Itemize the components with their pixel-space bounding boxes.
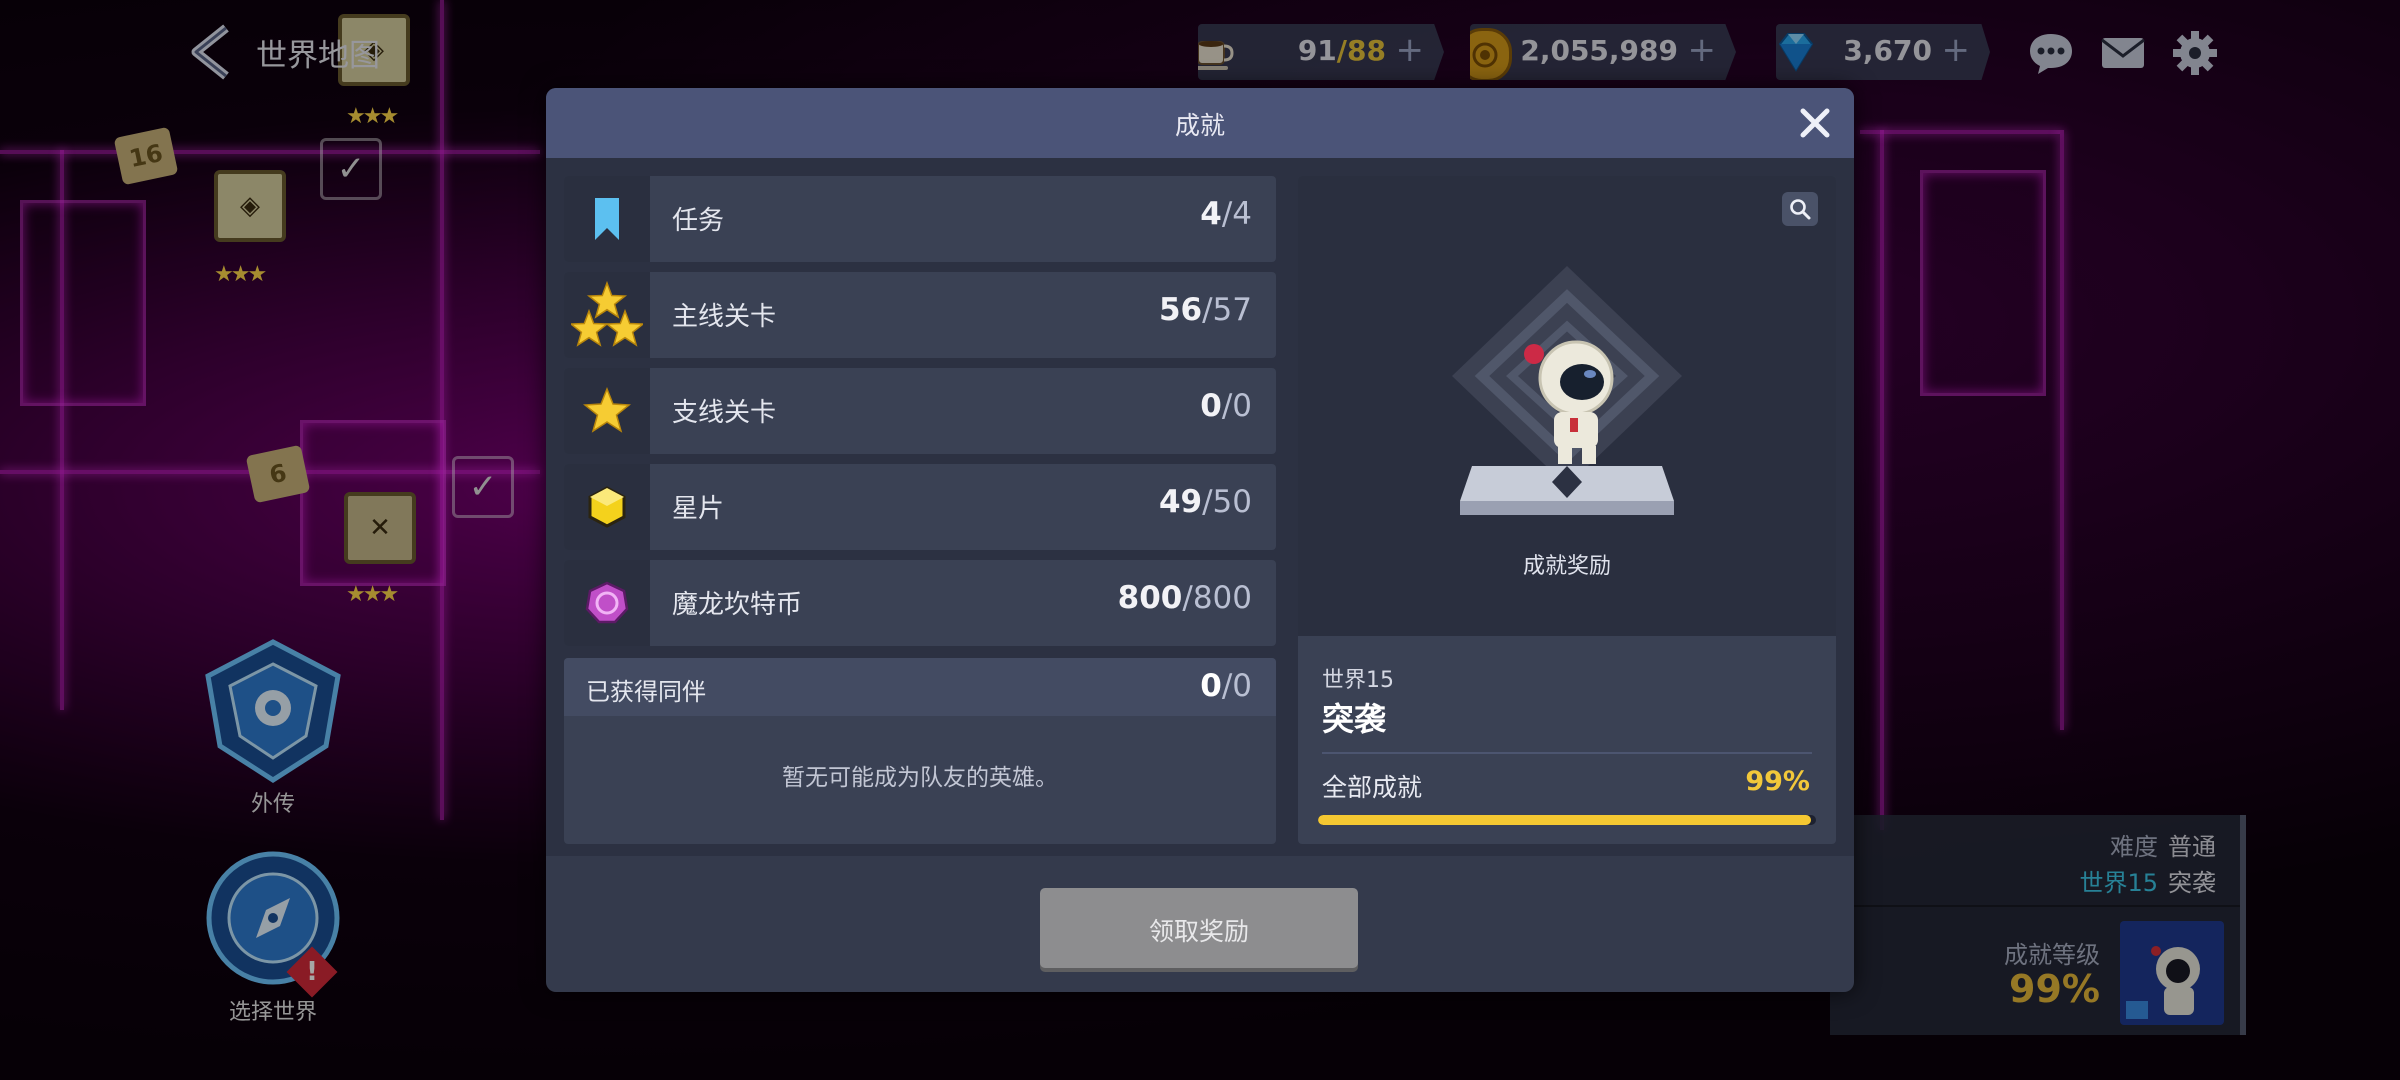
row-count: 0	[1200, 388, 1222, 424]
reward-world-name: 突袭	[1322, 700, 1387, 738]
companions-section: 已获得同伴 0/0 暂无可能成为队友的英雄。	[564, 658, 1276, 844]
row-label: 星片	[672, 494, 725, 524]
achievement-progress-fill	[1318, 815, 1812, 825]
star-icon	[564, 368, 650, 454]
companions-total: /0	[1221, 668, 1252, 704]
companions-count: 0	[1200, 668, 1222, 704]
claim-reward-label: 领取奖励	[1148, 917, 1249, 946]
achievement-progress-bar	[1318, 815, 1816, 825]
dialog-body: 任务 4/4 主线关卡 56/57 支线关卡 0/0 星片 49/50 魔龙坎特…	[546, 158, 1854, 856]
dialog-header: 成就	[546, 88, 1854, 158]
row-count: 56	[1158, 292, 1203, 328]
companions-header: 已获得同伴 0/0	[564, 658, 1276, 716]
reward-world: 世界15	[1322, 668, 1394, 693]
zoom-button[interactable]	[1782, 192, 1818, 226]
row-label: 魔龙坎特币	[672, 590, 803, 620]
reward-preview: 成就奖励	[1298, 176, 1836, 636]
star-shard-icon	[564, 464, 650, 550]
close-icon	[1800, 108, 1830, 138]
three-stars-icon	[564, 272, 650, 358]
row-count: 4	[1200, 196, 1222, 232]
all-achievements-value: 99%	[1745, 766, 1810, 797]
achievement-row-quests: 任务 4/4	[564, 176, 1276, 262]
astronaut-trophy-icon	[1452, 266, 1682, 515]
bookmark-icon	[564, 176, 650, 262]
dialog-title: 成就	[1174, 111, 1225, 140]
all-achievements-label: 全部成就	[1322, 773, 1423, 802]
row-count: 49	[1158, 484, 1203, 520]
magnifier-icon	[1790, 199, 1811, 220]
companions-label: 已获得同伴	[586, 678, 706, 706]
row-label: 任务	[672, 206, 725, 236]
dragon-coin-icon	[564, 560, 650, 646]
row-total: /50	[1202, 484, 1252, 520]
row-total: /57	[1202, 292, 1252, 328]
achievement-row-star-shards: 星片 49/50	[564, 464, 1276, 550]
row-label: 主线关卡	[672, 302, 777, 332]
row-total: /4	[1221, 196, 1252, 232]
row-total: /0	[1221, 388, 1252, 424]
reward-panel: 成就奖励 世界15 突袭 全部成就 99%	[1298, 176, 1836, 844]
companions-empty-message: 暂无可能成为队友的英雄。	[782, 765, 1058, 791]
achievement-row-side-stages: 支线关卡 0/0	[564, 368, 1276, 454]
achievement-row-main-stages: 主线关卡 56/57	[564, 272, 1276, 358]
reward-caption: 成就奖励	[1522, 554, 1611, 579]
close-button[interactable]	[1794, 102, 1836, 144]
row-total: /800	[1182, 580, 1252, 616]
achievement-dialog: 成就 任务 4/4 主线关卡 56/57 支线关卡 0/0 星片 49/50 魔…	[546, 88, 1854, 992]
row-count: 800	[1117, 580, 1183, 616]
claim-reward-button[interactable]: 领取奖励	[1040, 888, 1358, 968]
row-label: 支线关卡	[672, 398, 777, 428]
achievement-row-dragon-coins: 魔龙坎特币 800/800	[564, 560, 1276, 646]
divider	[1322, 752, 1812, 754]
